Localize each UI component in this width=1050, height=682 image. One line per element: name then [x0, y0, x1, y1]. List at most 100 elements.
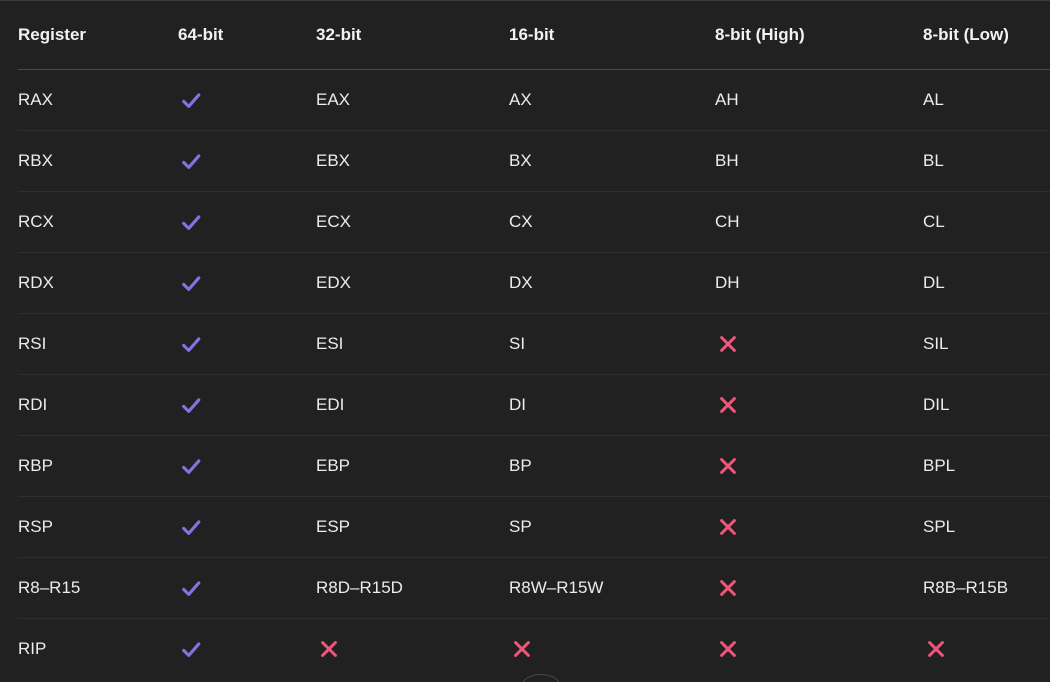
checkmark-icon — [182, 642, 201, 657]
cell-32-bit: EAX — [316, 69, 509, 131]
registers-table: Register 64-bit 32-bit 16-bit 8-bit (Hig… — [18, 0, 1050, 679]
cell-register: RSI — [18, 313, 178, 375]
cross-icon — [928, 641, 944, 657]
checkmark-icon — [182, 215, 201, 230]
cell-64-bit — [178, 496, 316, 558]
cell-64-bit — [178, 69, 316, 131]
cell-16-bit: SP — [509, 496, 715, 558]
cell-8-bit-low: BL — [923, 130, 1050, 192]
cell-32-bit: EDI — [316, 374, 509, 436]
table-body: RAX EAX AX AH AL RBX EBX BX BH BL RCX ECX CX CH CL RDX E… — [18, 69, 1050, 680]
header-row: Register 64-bit 32-bit 16-bit 8-bit (Hig… — [18, 0, 1050, 70]
cell-8-bit-low: SPL — [923, 496, 1050, 558]
cell-32-bit: ESI — [316, 313, 509, 375]
header-16-bit: 16-bit — [509, 0, 715, 70]
cross-icon — [720, 397, 736, 413]
cell-16-bit: AX — [509, 69, 715, 131]
cell-register: R8–R15 — [18, 557, 178, 619]
cell-32-bit: EBP — [316, 435, 509, 497]
header-32-bit: 32-bit — [316, 0, 509, 70]
cell-8-bit-high — [715, 374, 923, 436]
table-row: RDX EDX DX DH DL — [18, 252, 1050, 314]
cell-register: RBX — [18, 130, 178, 192]
table-row: RBP EBP BP BPL — [18, 435, 1050, 497]
cell-16-bit: BX — [509, 130, 715, 192]
checkmark-icon — [182, 581, 201, 596]
table-row: RAX EAX AX AH AL — [18, 69, 1050, 131]
cell-64-bit — [178, 557, 316, 619]
registers-table-container: Register 64-bit 32-bit 16-bit 8-bit (Hig… — [18, 0, 1050, 679]
header-64-bit: 64-bit — [178, 0, 316, 70]
cell-64-bit — [178, 191, 316, 253]
cell-8-bit-low: BPL — [923, 435, 1050, 497]
cross-icon — [321, 641, 337, 657]
cell-16-bit: SI — [509, 313, 715, 375]
cell-register: RCX — [18, 191, 178, 253]
cell-8-bit-low: AL — [923, 69, 1050, 131]
cell-8-bit-low: CL — [923, 191, 1050, 253]
cell-32-bit — [316, 619, 509, 680]
cell-8-bit-high — [715, 435, 923, 497]
cell-32-bit: R8D–R15D — [316, 557, 509, 619]
checkmark-icon — [182, 398, 201, 413]
table-row: RDI EDI DI DIL — [18, 374, 1050, 436]
cell-64-bit — [178, 252, 316, 314]
cross-icon — [720, 458, 736, 474]
cross-icon — [720, 336, 736, 352]
table-row: RIP — [18, 619, 1050, 680]
cell-16-bit: DI — [509, 374, 715, 436]
table-row: RCX ECX CX CH CL — [18, 191, 1050, 253]
cross-icon — [720, 580, 736, 596]
cell-32-bit: ECX — [316, 191, 509, 253]
cell-32-bit: EBX — [316, 130, 509, 192]
cross-icon — [720, 641, 736, 657]
cell-8-bit-high — [715, 313, 923, 375]
cell-16-bit — [509, 619, 715, 680]
checkmark-icon — [182, 276, 201, 291]
header-8-bit-high: 8-bit (High) — [715, 0, 923, 70]
cell-register: RDI — [18, 374, 178, 436]
cell-64-bit — [178, 619, 316, 680]
cell-16-bit: DX — [509, 252, 715, 314]
cell-8-bit-low: R8B–R15B — [923, 557, 1050, 619]
checkmark-icon — [182, 154, 201, 169]
cell-register: RDX — [18, 252, 178, 314]
cell-register: RBP — [18, 435, 178, 497]
checkmark-icon — [182, 520, 201, 535]
cell-32-bit: EDX — [316, 252, 509, 314]
cell-8-bit-low: DL — [923, 252, 1050, 314]
cell-8-bit-high — [715, 496, 923, 558]
cell-8-bit-high — [715, 557, 923, 619]
table-row: RBX EBX BX BH BL — [18, 130, 1050, 192]
cell-8-bit-high — [715, 619, 923, 680]
cell-64-bit — [178, 374, 316, 436]
cross-icon — [720, 519, 736, 535]
cell-16-bit: BP — [509, 435, 715, 497]
cell-register: RSP — [18, 496, 178, 558]
header-register: Register — [18, 0, 178, 70]
cross-icon — [514, 641, 530, 657]
cell-16-bit: R8W–R15W — [509, 557, 715, 619]
table-row: RSP ESP SP SPL — [18, 496, 1050, 558]
cell-8-bit-low: DIL — [923, 374, 1050, 436]
cell-register: RIP — [18, 639, 47, 658]
table-row: RSI ESI SI SIL — [18, 313, 1050, 375]
header-8-bit-low: 8-bit (Low) — [923, 0, 1050, 70]
cell-64-bit — [178, 130, 316, 192]
checkmark-icon — [182, 459, 201, 474]
cell-32-bit: ESP — [316, 496, 509, 558]
table-header: Register 64-bit 32-bit 16-bit 8-bit (Hig… — [18, 0, 1050, 70]
cell-64-bit — [178, 435, 316, 497]
cell-8-bit-low — [923, 619, 1050, 680]
cell-64-bit — [178, 313, 316, 375]
cell-8-bit-low: SIL — [923, 313, 1050, 375]
cell-8-bit-high: BH — [715, 130, 923, 192]
cell-16-bit: CX — [509, 191, 715, 253]
table-row: R8–R15 R8D–R15D R8W–R15W R8B–R15B — [18, 557, 1050, 619]
cell-8-bit-high: AH — [715, 69, 923, 131]
checkmark-icon — [182, 93, 201, 108]
checkmark-icon — [182, 337, 201, 352]
cell-register: RAX — [18, 69, 178, 131]
cell-8-bit-high: CH — [715, 191, 923, 253]
cell-8-bit-high: DH — [715, 252, 923, 314]
